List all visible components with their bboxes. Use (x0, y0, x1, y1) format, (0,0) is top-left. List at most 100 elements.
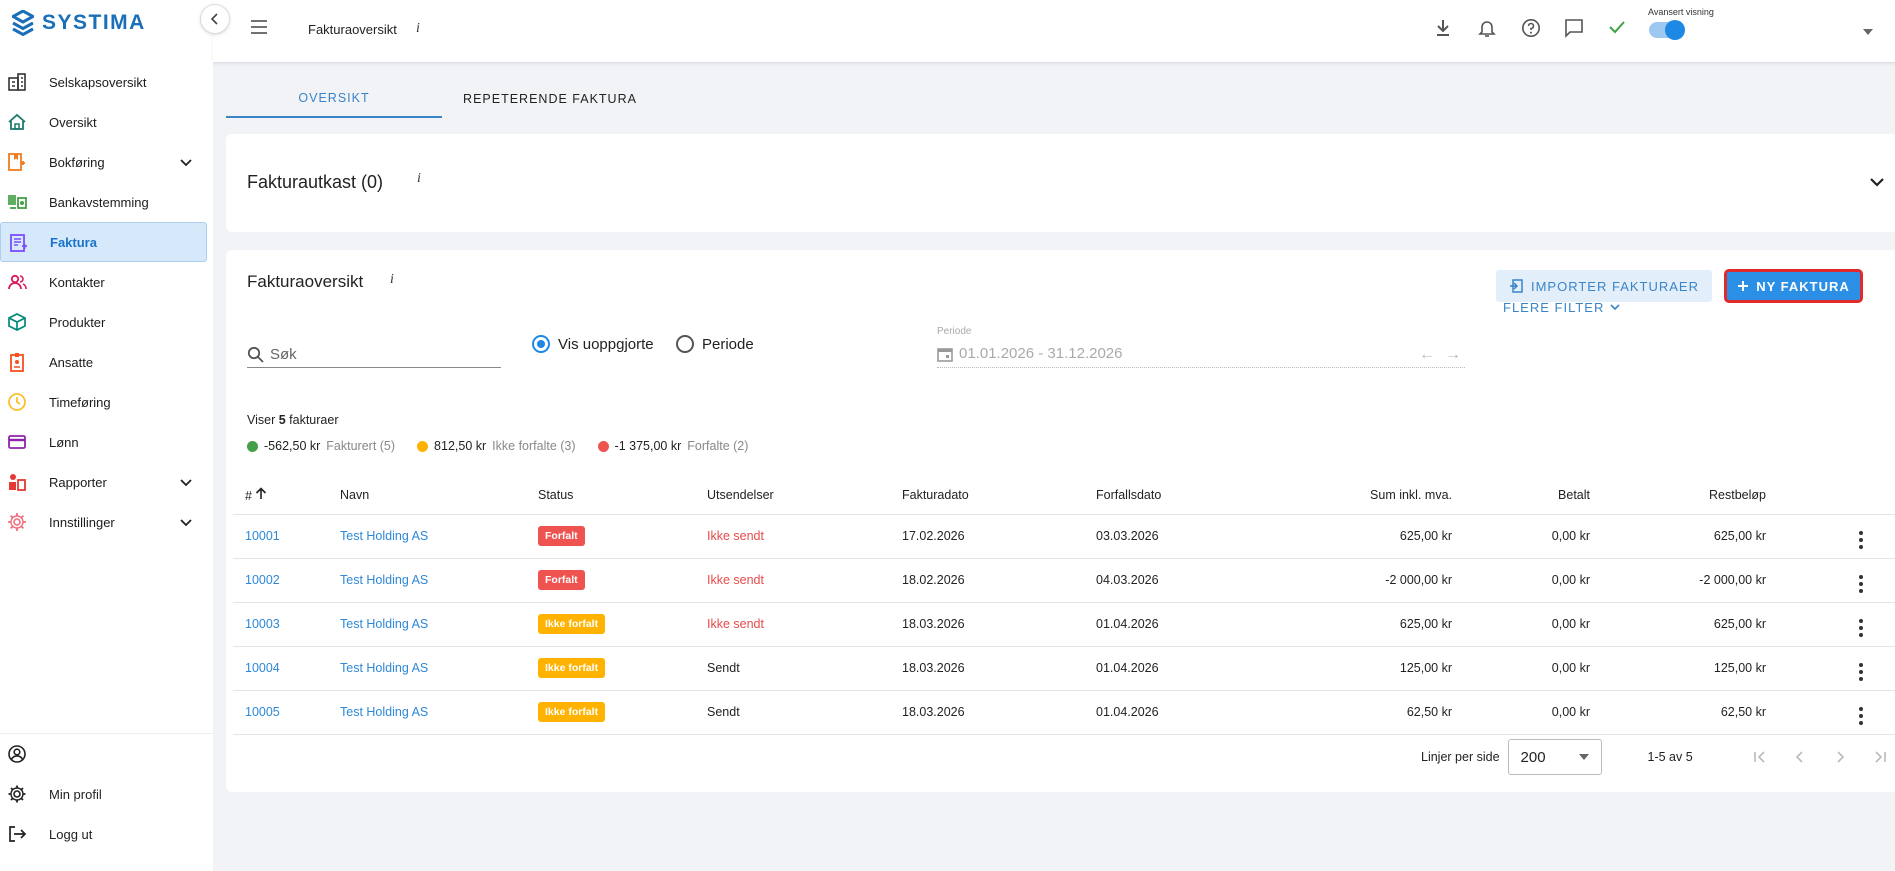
clock-icon (7, 392, 27, 412)
advanced-view-toggle[interactable] (1649, 20, 1685, 40)
last-page-icon[interactable] (1873, 750, 1887, 764)
chevron-down-icon (180, 515, 192, 530)
help-button[interactable] (1521, 18, 1541, 43)
sidebar-item-kontakter[interactable]: Kontakter (0, 262, 213, 302)
account-menu-button[interactable] (1863, 22, 1873, 40)
reports-icon (7, 472, 27, 492)
row-actions-menu-icon[interactable] (1859, 530, 1863, 549)
sidebar-bottom-label: Min profil (49, 786, 102, 802)
invoice-number-link[interactable]: 10003 (245, 617, 280, 631)
logo-text: SYSTIMA (42, 11, 146, 34)
next-page-icon[interactable] (1833, 750, 1847, 764)
col-number[interactable]: # (233, 476, 340, 515)
pagination: Linjer per side 200 1-5 av 5 (1421, 739, 1887, 775)
sidebar-item-produkter[interactable]: Produkter (0, 302, 213, 342)
col-sent[interactable]: Utsendelser (707, 476, 902, 515)
notifications-button[interactable] (1478, 18, 1496, 43)
page-title-info-icon[interactable]: i (416, 21, 420, 37)
invoice-count: Viser 5 fakturaer (247, 413, 339, 427)
invoice-date: 18.02.2026 (902, 573, 965, 587)
summary-legend: -562,50 kr Fakturert (5) 812,50 kr Ikke for… (247, 439, 748, 453)
chevron-down-icon (1870, 178, 1884, 187)
sidebar-item-timef-ring[interactable]: Timeføring (0, 382, 213, 422)
draft-invoices-card[interactable]: Fakturautkast (0) i (226, 134, 1895, 232)
invoice-number-link[interactable]: 10001 (245, 529, 280, 543)
first-page-icon[interactable] (1753, 750, 1767, 764)
col-rest[interactable]: Restbeløp (1590, 476, 1766, 515)
invoice-number-link[interactable]: 10005 (245, 705, 280, 719)
period-next-icon[interactable]: → (1445, 346, 1461, 364)
col-due-date[interactable]: Forfallsdato (1096, 476, 1310, 515)
import-invoices-label: IMPORTER FAKTURAER (1530, 278, 1699, 294)
row-actions-menu-icon[interactable] (1859, 706, 1863, 725)
table-row[interactable]: 10002 Test Holding AS Forfalt Ikke sendt 18.… (233, 558, 1895, 603)
product-box-icon (7, 312, 27, 332)
col-status[interactable]: Status (538, 476, 707, 515)
sidebar-item-bokf-ring[interactable]: Bokføring (0, 142, 213, 182)
sidebar-item-innstillinger[interactable]: Innstillinger (0, 502, 213, 542)
row-actions-menu-icon[interactable] (1859, 574, 1863, 593)
sidebar-item-bankavstemming[interactable]: Bankavstemming (0, 182, 213, 222)
search-field[interactable] (247, 342, 501, 368)
rows-per-page-select[interactable]: 200 (1507, 739, 1602, 775)
customer-name-link[interactable]: Test Holding AS (340, 573, 428, 587)
sidebar-item-oversikt[interactable]: Oversikt (0, 102, 213, 142)
radio-period-indicator (676, 335, 694, 353)
prev-page-icon[interactable] (1793, 750, 1807, 764)
status-check-button[interactable] (1608, 18, 1626, 41)
customer-name-link[interactable]: Test Holding AS (340, 705, 428, 719)
sidebar-item-label: Oversikt (49, 114, 97, 130)
tab-oversikt[interactable]: OVERSIKT (226, 80, 442, 118)
col-sum[interactable]: Sum inkl. mva. (1310, 476, 1452, 515)
table-row[interactable]: 10003 Test Holding AS Ikke forfalt Ikke sen… (233, 602, 1895, 647)
invoice-number-link[interactable]: 10004 (245, 661, 280, 675)
draft-info-icon[interactable]: i (417, 171, 421, 187)
sum-amount: 125,00 kr (1399, 661, 1452, 675)
table-row[interactable]: 10001 Test Holding AS Forfalt Ikke sendt 17.… (233, 514, 1895, 559)
sidebar-nav: Selskapsoversikt Oversikt Bokføring Bankavs… (0, 62, 213, 542)
sent-status: Ikke sendt (707, 529, 764, 543)
sidebar-bottom-gear[interactable]: Min profil (0, 774, 213, 814)
radio-period[interactable]: Periode (676, 335, 754, 353)
sidebar-item-selskapsoversikt[interactable]: Selskapsoversikt (0, 62, 213, 102)
customer-name-link[interactable]: Test Holding AS (340, 617, 428, 631)
sidebar-item-ansatte[interactable]: Ansatte (0, 342, 213, 382)
import-invoices-button[interactable]: IMPORTER FAKTURAER (1496, 270, 1712, 302)
download-button[interactable] (1434, 18, 1452, 43)
sidebar-item-faktura[interactable]: Faktura (0, 222, 207, 262)
invoice-number-link[interactable]: 10002 (245, 573, 280, 587)
search-input[interactable] (270, 346, 490, 363)
collapse-sidebar-button[interactable] (200, 4, 230, 34)
sidebar-bottom-label: Logg ut (49, 826, 93, 842)
logo[interactable]: SYSTIMA (12, 10, 146, 36)
period-prev-icon[interactable]: ← (1419, 346, 1435, 364)
status-badge: Ikke forfalt (538, 614, 606, 634)
sidebar-bottom-logout[interactable]: Logg ut (0, 814, 213, 854)
paid-amount: 0,00 kr (1551, 661, 1590, 675)
row-actions-menu-icon[interactable] (1859, 618, 1863, 637)
plus-icon (1738, 281, 1749, 291)
sidebar-item-l-nn[interactable]: Lønn (0, 422, 213, 462)
status-badge: Forfalt (538, 526, 585, 546)
col-paid[interactable]: Betalt (1452, 476, 1590, 515)
more-filters-button[interactable]: FLERE FILTER (1503, 300, 1620, 315)
radio-unsettled[interactable]: Vis uoppgjorte (532, 335, 654, 353)
table-row[interactable]: 10005 Test Holding AS Ikke forfalt Sendt 18.… (233, 690, 1895, 735)
logout-icon (7, 824, 27, 844)
sidebar-bottom-user-circle[interactable] (0, 734, 213, 774)
col-invoice-date[interactable]: Fakturadato (902, 476, 1096, 515)
messages-button[interactable] (1564, 18, 1584, 43)
expand-drafts-button[interactable] (1869, 174, 1885, 192)
overview-info-icon[interactable]: i (390, 272, 394, 288)
tab-repeterende-faktura[interactable]: REPETERENDE FAKTURA (442, 80, 658, 118)
row-actions-menu-icon[interactable] (1859, 662, 1863, 681)
customer-name-link[interactable]: Test Holding AS (340, 529, 428, 543)
customer-name-link[interactable]: Test Holding AS (340, 661, 428, 675)
col-name[interactable]: Navn (340, 476, 538, 515)
sidebar-item-rapporter[interactable]: Rapporter (0, 462, 213, 502)
table-row[interactable]: 10004 Test Holding AS Ikke forfalt Sendt 18.… (233, 646, 1895, 691)
menu-button[interactable] (250, 20, 268, 39)
due-date: 01.04.2026 (1096, 617, 1159, 631)
chevron-left-icon (210, 13, 218, 25)
new-invoice-button[interactable]: NY FAKTURA (1724, 269, 1863, 303)
